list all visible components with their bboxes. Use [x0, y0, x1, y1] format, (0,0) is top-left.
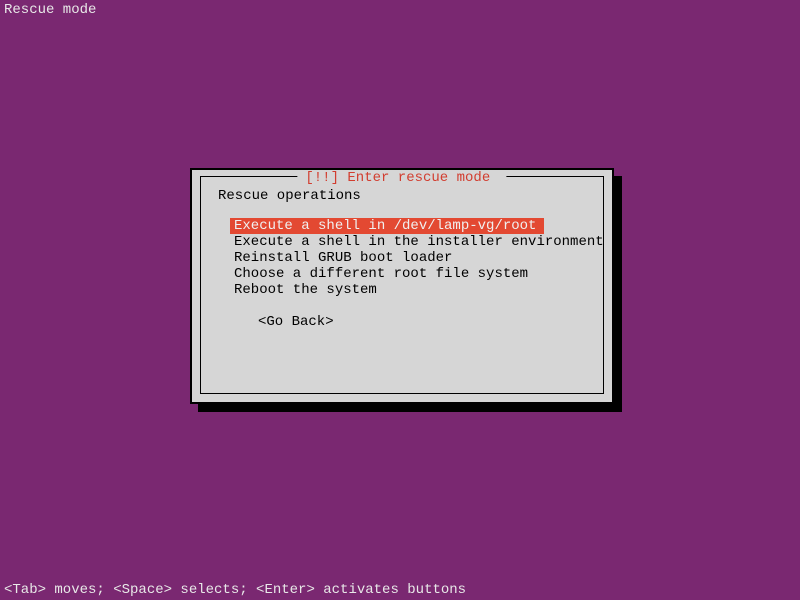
- screen-title: Rescue mode: [4, 2, 96, 18]
- rescue-dialog: [!!] Enter rescue mode Rescue operations…: [190, 168, 614, 404]
- navigation-hint: <Tab> moves; <Space> selects; <Enter> ac…: [4, 582, 466, 598]
- dialog-title: [!!] Enter rescue mode: [297, 170, 506, 186]
- dialog-border: [200, 176, 604, 394]
